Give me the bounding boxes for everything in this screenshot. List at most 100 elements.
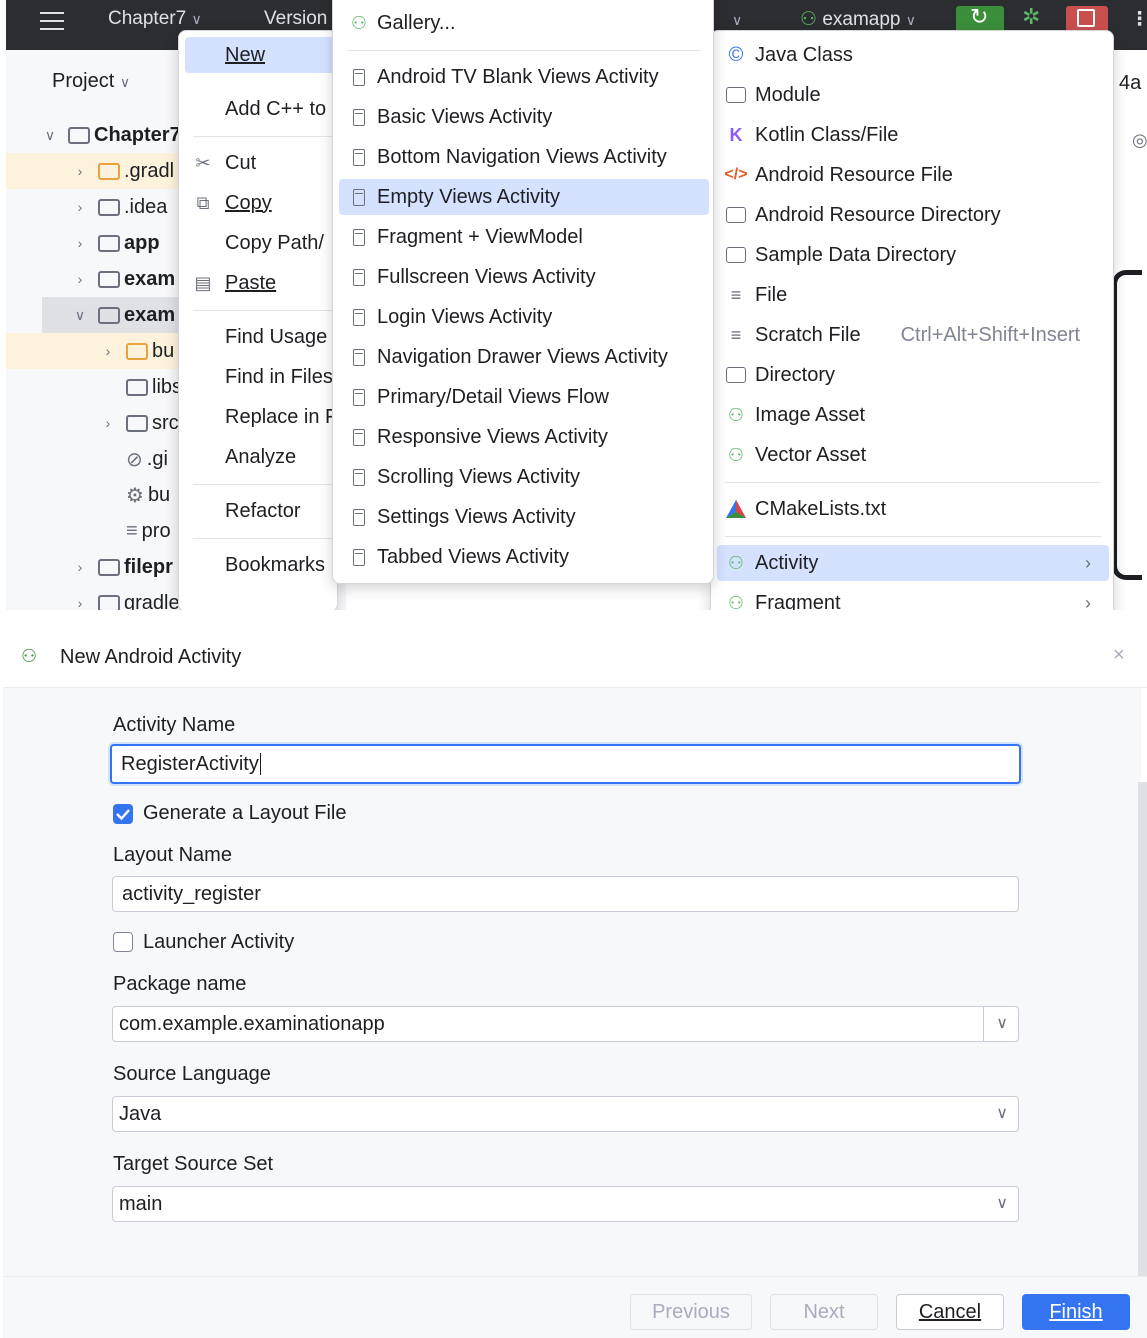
menu-item-module[interactable]: Module	[723, 77, 821, 113]
android-icon: ⚇	[727, 552, 745, 573]
menu-item-copy-path[interactable]: Copy Path/	[225, 225, 324, 261]
chevron-right-icon: ›	[1085, 592, 1091, 611]
chevron-right-icon: ›	[77, 199, 83, 215]
menu-item-label: Sample Data Directory	[755, 243, 957, 266]
menu-item-template[interactable]: Bottom Navigation Views Activity	[349, 139, 667, 175]
menu-item-copy[interactable]: ⧉ Copy	[193, 185, 272, 221]
more-icon[interactable]: ⋮	[1130, 8, 1147, 31]
menu-item-find-usages[interactable]: Find Usage	[225, 319, 327, 355]
finish-button[interactable]: Finish	[1022, 1294, 1130, 1330]
menu-item-label: Tabbed Views Activity	[377, 545, 569, 568]
menu-item-bookmarks[interactable]: Bookmarks	[225, 547, 325, 583]
editor-tab-label[interactable]: 4a	[1119, 72, 1141, 95]
project-view-selector[interactable]: Project ∨	[52, 70, 130, 93]
menu-item-template[interactable]: Android TV Blank Views Activity	[349, 59, 659, 95]
chevron-right-icon: ›	[77, 559, 83, 575]
chevron-down-icon[interactable]: ∨	[732, 12, 742, 29]
menu-item-find-in-files[interactable]: Find in Files	[225, 359, 333, 395]
menu-item-label: Cut	[225, 151, 257, 174]
menu-item-template[interactable]: Fragment + ViewModel	[349, 219, 583, 255]
close-icon[interactable]: ×	[1113, 644, 1125, 667]
menu-item-analyze[interactable]: Analyze	[225, 439, 296, 475]
menu-separator	[193, 484, 333, 485]
menu-item-label: Refactor	[225, 499, 301, 522]
menu-item-image-asset[interactable]: ⚇ Image Asset	[723, 397, 865, 433]
menu-item-template[interactable]: Basic Views Activity	[349, 99, 552, 135]
menu-item-template[interactable]: Navigation Drawer Views Activity	[349, 339, 668, 375]
menu-item-template[interactable]: Primary/Detail Views Flow	[349, 379, 609, 415]
menu-item-sample-data-directory[interactable]: Sample Data Directory	[723, 237, 956, 273]
next-button[interactable]: Next	[770, 1294, 878, 1330]
generate-layout-checkbox[interactable]	[113, 804, 133, 824]
menu-item-template[interactable]: Scrolling Views Activity	[349, 459, 580, 495]
menu-item-fragment[interactable]: ⚇ Fragment ›	[717, 585, 1109, 611]
package-name-combo[interactable]: com.example.examinationapp ∨	[112, 1006, 1019, 1042]
menu-item-cmakelists[interactable]: CMakeLists.txt	[723, 491, 886, 527]
target-source-set-select[interactable]: main ∨	[112, 1186, 1019, 1222]
dialog-scrollbar[interactable]	[1138, 782, 1147, 1276]
copy-icon: ⧉	[196, 192, 210, 213]
package-name-label: Package name	[113, 973, 247, 995]
folder-icon	[98, 198, 120, 216]
menu-item-label: Find Usage	[225, 325, 328, 348]
menu-item-label: Bookmarks	[225, 553, 326, 576]
activity-template-menu: ⚇ Gallery... Android TV Blank Views Acti…	[332, 0, 714, 584]
activity-name-label: Activity Name	[113, 714, 236, 736]
dialog-body: Activity Name RegisterActivity Generate …	[3, 688, 1141, 1276]
menu-item-refactor[interactable]: Refactor	[225, 493, 301, 529]
camera-icon[interactable]: ◎	[1132, 130, 1147, 151]
checkmark-icon	[116, 809, 130, 821]
menu-item-label: Fullscreen Views Activity	[377, 265, 596, 288]
layout-name-input[interactable]: activity_register	[112, 876, 1019, 912]
menu-item-android-resource-directory[interactable]: Android Resource Directory	[723, 197, 1001, 233]
cancel-button[interactable]: Cancel	[896, 1294, 1004, 1330]
chevron-down-icon: ∨	[44, 126, 56, 143]
menu-item-empty-views-activity[interactable]: Empty Views Activity	[339, 179, 709, 215]
tree-item-label: Chapter7	[94, 123, 181, 146]
folder-icon	[126, 414, 148, 432]
menu-item-add-cpp[interactable]: Add C++ to	[185, 91, 326, 127]
launcher-activity-label[interactable]: Launcher Activity	[143, 931, 294, 954]
menu-item-cut[interactable]: ✂ Cut	[193, 145, 256, 181]
menu-item-label: Java Class	[755, 43, 853, 66]
text-file-icon: ≡	[126, 519, 138, 542]
menu-item-template[interactable]: Tabbed Views Activity	[349, 539, 569, 575]
menu-item-kotlin-class[interactable]: K Kotlin Class/File	[723, 117, 899, 153]
activity-name-input[interactable]: RegisterActivity	[110, 744, 1021, 784]
menu-item-scratch-file[interactable]: ≡ Scratch File Ctrl+Alt+Shift+Insert	[723, 317, 1080, 353]
menu-item-label: Vector Asset	[755, 443, 867, 466]
menu-item-android-resource-file[interactable]: </> Android Resource File	[723, 157, 952, 193]
project-switcher[interactable]: Chapter7 ∨	[108, 8, 202, 30]
menu-item-template[interactable]: Login Views Activity	[349, 299, 552, 335]
menu-separator	[725, 482, 1101, 483]
menu-item-template[interactable]: Responsive Views Activity	[349, 419, 608, 455]
new-activity-dialog: ⚇ New Android Activity × Activity Name R…	[3, 630, 1147, 1338]
tree-item-label: .idea	[124, 195, 168, 218]
previous-button[interactable]: Previous	[630, 1294, 752, 1330]
generate-layout-label[interactable]: Generate a Layout File	[143, 802, 346, 825]
menu-item-new[interactable]: New	[185, 37, 335, 73]
menu-item-paste[interactable]: ▤ Paste	[193, 265, 276, 301]
menu-item-file[interactable]: ≡ File	[723, 277, 788, 313]
launcher-activity-checkbox[interactable]	[113, 932, 133, 952]
menu-item-label: Scrolling Views Activity	[377, 465, 581, 488]
menu-item-java-class[interactable]: © Java Class	[723, 37, 853, 73]
folder-icon	[98, 162, 120, 180]
vcs-widget[interactable]: Version	[264, 8, 327, 30]
source-language-select[interactable]: Java ∨	[112, 1096, 1019, 1132]
run-config-selector[interactable]: ⚇ examapp ∨	[800, 8, 916, 31]
project-view-label: Project	[52, 70, 115, 92]
menu-item-template[interactable]: Fullscreen Views Activity	[349, 259, 596, 295]
main-menu-icon[interactable]	[40, 12, 64, 30]
menu-item-activity[interactable]: ⚇ Activity ›	[717, 545, 1109, 581]
menu-item-label: Primary/Detail Views Flow	[377, 385, 609, 408]
menu-item-replace-in-files[interactable]: Replace in F	[225, 399, 337, 435]
menu-item-directory[interactable]: Directory	[723, 357, 835, 393]
menu-item-label: Scratch File	[755, 323, 861, 346]
chevron-down-icon[interactable]: ∨	[996, 1013, 1008, 1033]
menu-item-gallery[interactable]: ⚇ Gallery...	[349, 5, 456, 41]
menu-item-template[interactable]: Settings Views Activity	[349, 499, 576, 535]
package-name-value: com.example.examinationapp	[119, 1012, 385, 1035]
menu-item-vector-asset[interactable]: ⚇ Vector Asset	[723, 437, 866, 473]
menu-item-label: Kotlin Class/File	[755, 123, 899, 146]
